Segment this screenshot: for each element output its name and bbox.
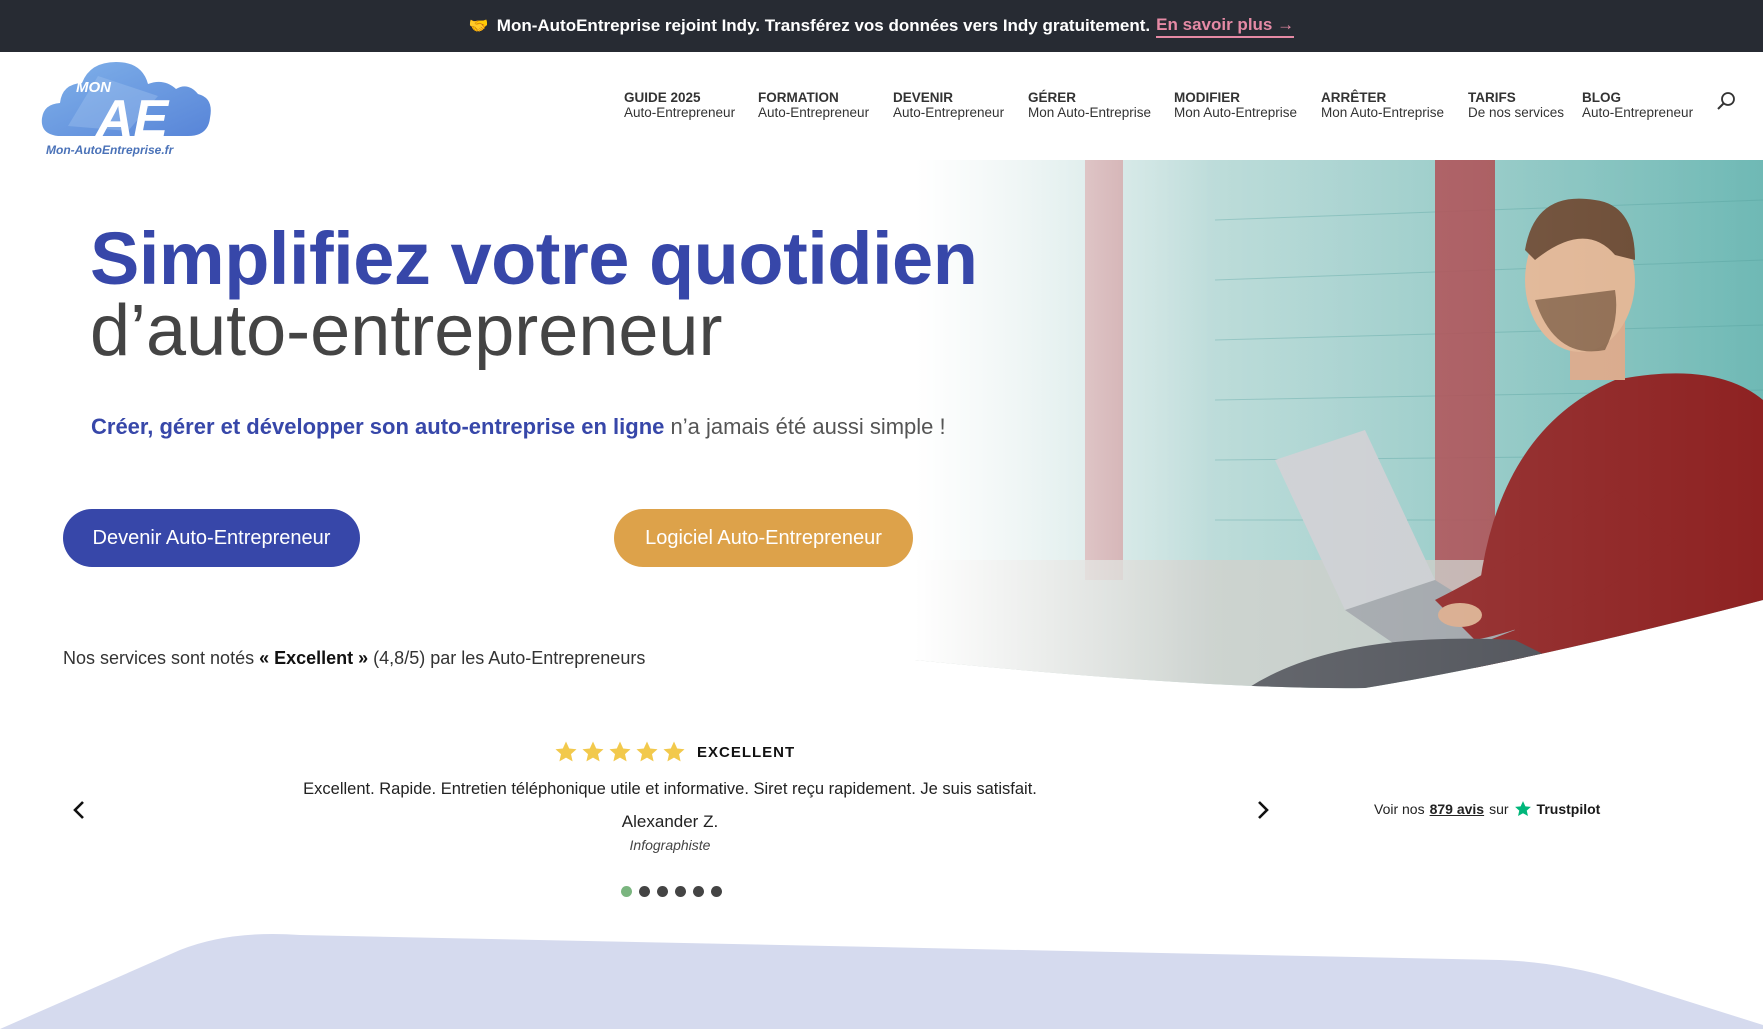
testimonial-role: Infographiste [629,837,711,853]
nav-title: FORMATION [758,90,839,105]
star-icon [609,741,631,762]
service-rating-text: Nos services sont notés « Excellent » (4… [63,648,645,669]
nav-subtitle: Mon Auto-Entreprise [1321,105,1445,120]
nav-item-formation[interactable]: FORMATION Auto-Entrepreneur [758,90,869,120]
nav-item-modifier[interactable]: MODIFIER Mon Auto-Entreprise [1174,90,1297,120]
nav-item-arreter[interactable]: ARRÊTER Mon Auto-Entreprise [1321,90,1444,120]
testimonial-quote: Excellent. Rapide. Entretien téléphoniqu… [303,780,1037,798]
site-logo[interactable]: MON AE Mon-AutoEntreprise.fr [38,56,213,160]
nav-subtitle: Mon Auto-Entreprise [1028,105,1152,120]
handshake-icon: 🤝 [468,18,489,35]
svg-text:AE: AE [94,90,170,148]
carousel-dot-4[interactable] [675,886,686,897]
rating-stars [554,740,686,764]
trustpilot-prefix: Voir nos [1374,801,1425,817]
rating-excellent: « Excellent » [259,648,369,668]
hero-subheadline: d’auto-entrepreneur [90,291,723,371]
nav-subtitle: De nos services [1468,105,1565,120]
nav-title: DEVENIR [893,90,954,105]
star-icon [663,741,685,762]
trustpilot-brand: Trustpilot [1536,801,1601,817]
hero-tagline: Créer, gérer et développer son auto-entr… [91,414,946,440]
bottom-wave-decoration [0,934,1763,1029]
tagline-highlight: Créer, gérer et développer son auto-entr… [91,414,665,439]
nav-subtitle: Mon Auto-Entreprise [1174,105,1298,120]
nav-subtitle: Auto-Entrepreneur [624,105,736,120]
carousel-dot-5[interactable] [693,886,704,897]
trustpilot-review-count[interactable]: 879 avis [1430,801,1485,817]
nav-title: BLOG [1582,90,1621,105]
logiciel-auto-entrepreneur-button[interactable]: Logiciel Auto-Entrepreneur [614,509,913,567]
nav-title: ARRÊTER [1321,90,1387,105]
carousel-dot-3[interactable] [657,886,668,897]
carousel-dot-2[interactable] [639,886,650,897]
star-icon [555,741,577,762]
nav-subtitle: Auto-Entrepreneur [893,105,1005,120]
search-icon[interactable] [1716,91,1736,111]
carousel-dot-1[interactable] [621,886,632,897]
nav-title: GUIDE 2025 [624,90,701,105]
nav-item-guide[interactable]: GUIDE 2025 Auto-Entrepreneur [624,90,735,120]
learn-more-link[interactable]: En savoir plus → [1156,15,1295,38]
hero-headline: Simplifiez votre quotidien [90,217,978,300]
star-icon [636,741,658,762]
svg-text:Mon-AutoEntreprise.fr: Mon-AutoEntreprise.fr [46,143,175,157]
nav-subtitle: Auto-Entrepreneur [758,105,870,120]
chevron-left-icon[interactable] [67,798,91,822]
trustpilot-widget[interactable]: Voir nos 879 avis sur Trustpilot [1374,800,1600,818]
nav-subtitle: Auto-Entrepreneur [1582,105,1694,120]
rating-prefix: Nos services sont notés [63,648,260,668]
nav-item-tarifs[interactable]: TARIFS De nos services [1468,90,1564,120]
nav-item-devenir[interactable]: DEVENIR Auto-Entrepreneur [893,90,1004,120]
devenir-auto-entrepreneur-button[interactable]: Devenir Auto-Entrepreneur [63,509,360,567]
announcement-bar: 🤝 Mon-AutoEntreprise rejoint Indy. Trans… [0,0,1763,52]
announcement-text: Mon-AutoEntreprise rejoint Indy. Transfé… [496,16,1151,35]
hero-photo-man-with-laptop [915,160,1763,689]
nav-item-blog[interactable]: BLOG Auto-Entrepreneur [1582,90,1693,120]
trustpilot-middle: sur [1489,801,1509,817]
carousel-dot-6[interactable] [711,886,722,897]
rating-label: EXCELLENT [697,744,796,761]
tagline-rest: n’a jamais été aussi simple ! [664,414,946,439]
star-icon [582,741,604,762]
nav-title: GÉRER [1028,90,1077,105]
nav-title: TARIFS [1468,90,1516,105]
carousel-dots [621,886,722,897]
rating-suffix: (4,8/5) par les Auto-Entrepreneurs [368,648,646,668]
nav-title: MODIFIER [1174,90,1240,105]
chevron-right-icon[interactable] [1251,798,1275,822]
trustpilot-star-icon [1514,801,1531,817]
cloud-logo-icon: MON AE Mon-AutoEntreprise.fr [41,62,211,157]
testimonial-author: Alexander Z. [621,812,719,831]
nav-item-gerer[interactable]: GÉRER Mon Auto-Entreprise [1028,90,1151,120]
